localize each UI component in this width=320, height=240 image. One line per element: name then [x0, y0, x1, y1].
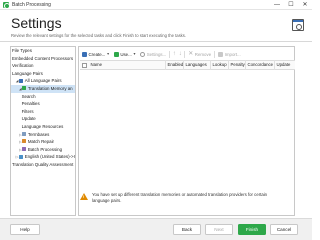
tree-item[interactable]: Translation Quality Assessment	[11, 161, 75, 169]
title-bar: Batch Processing — ☐ ✕	[0, 0, 312, 10]
column-update[interactable]: Update	[275, 60, 293, 70]
settings-label: Settings...	[146, 51, 167, 57]
help-button[interactable]: Help	[10, 224, 40, 235]
wizard-footer: Help Back Next Finish Cancel	[0, 218, 312, 240]
tree-item-label: Filters	[21, 108, 34, 114]
tree-item-label: Match Repair	[27, 139, 55, 145]
tree-item-label: Verification	[12, 63, 34, 69]
tree-item-label: Language Pairs	[12, 70, 43, 76]
move-down-icon[interactable]: ↓	[177, 51, 183, 57]
finish-button[interactable]: Finish	[238, 224, 266, 235]
window-title: Batch Processing	[12, 1, 51, 8]
select-all-checkbox[interactable]	[82, 62, 87, 68]
term-icon	[22, 131, 27, 136]
maximize-button[interactable]: ☐	[284, 0, 298, 10]
close-button[interactable]: ✕	[298, 0, 312, 10]
tree-item[interactable]: File Types	[11, 47, 75, 55]
tree-item-label: Penalties	[21, 101, 40, 107]
tree-item[interactable]: Verification	[11, 62, 75, 70]
tree-item[interactable]: ▷ Termbases	[11, 131, 75, 139]
app-icon	[3, 1, 10, 9]
import-icon	[218, 51, 224, 57]
remove-icon: ✕	[188, 50, 194, 57]
use-button[interactable]: Use... ▼	[112, 50, 138, 59]
tree-item[interactable]: ◢ Translation Memory an	[11, 84, 75, 93]
chevron-down-icon: ▼	[106, 52, 110, 56]
tree-item[interactable]: Search	[11, 93, 75, 101]
create-label: Create...	[88, 51, 106, 57]
toolbar-divider	[169, 50, 171, 58]
warning-icon	[80, 193, 88, 200]
match-icon	[22, 139, 27, 144]
window-controls: — ☐ ✕	[270, 0, 312, 10]
tree-item-label: English (United States)->Ita	[24, 154, 76, 160]
column-penalty[interactable]: Penalty	[229, 60, 246, 70]
settings-button[interactable]: Settings...	[138, 50, 168, 59]
tree-item[interactable]: ◢ All Language Pairs	[11, 77, 75, 85]
tree-item-label: File Types	[12, 48, 32, 53]
warning-message: You have set up different translation me…	[78, 192, 295, 212]
tree-item[interactable]: Language Pairs	[11, 70, 75, 78]
toolbar-divider	[214, 50, 216, 58]
next-button[interactable]: Next	[205, 224, 233, 235]
pair-icon	[19, 154, 24, 159]
chevron-down-icon: ▼	[132, 52, 137, 56]
tree-item[interactable]: Update	[11, 115, 75, 123]
settings-tree[interactable]: File Types Embedded Content Processors Ver…	[10, 46, 76, 216]
tree-item[interactable]: ▷ English (United States)->Ita	[11, 153, 75, 161]
header-divider	[0, 41, 312, 42]
back-button[interactable]: Back	[173, 224, 201, 235]
column-lookup[interactable]: Lookup	[211, 60, 229, 70]
column-concordance[interactable]: Concordance	[246, 60, 275, 70]
tree-item-label: Search	[21, 93, 36, 99]
tm-toolbar: Create... ▼ Use... ▼ Settings... ↑ ↓ ✕ R…	[80, 49, 243, 59]
tree-item-label: Termbases	[27, 131, 50, 137]
column-enabled[interactable]: Enabled	[166, 60, 184, 70]
page-subtitle: Review the relevant settings for the sel…	[11, 33, 187, 38]
column-languages[interactable]: Languages	[184, 60, 211, 70]
tree-item[interactable]: ▷ Batch Processing	[11, 146, 75, 154]
tree-item-label: Update	[21, 116, 36, 122]
remove-label: Remove	[194, 51, 212, 57]
wizard-header: Settings Review the relevant settings fo…	[0, 10, 312, 40]
use-icon	[113, 51, 119, 57]
toolbar-divider	[184, 50, 186, 58]
tm-settings-panel: Create... ▼ Use... ▼ Settings... ↑ ↓ ✕ R…	[78, 46, 295, 216]
tm-grid-header: Name Enabled Languages Lookup Penalty Co…	[80, 60, 295, 70]
import-button[interactable]: Import...	[216, 50, 243, 59]
tree-item-label: All Language Pairs	[24, 78, 62, 84]
batch-icon	[22, 147, 27, 152]
tree-item-label: Translation Memory an	[27, 85, 73, 91]
create-button[interactable]: Create... ▼	[80, 50, 112, 59]
lang-icon	[19, 78, 24, 83]
tree-item[interactable]: Language Resources	[11, 123, 75, 131]
tm-icon	[22, 86, 27, 91]
minimize-button[interactable]: —	[270, 0, 284, 10]
create-icon	[82, 51, 87, 57]
gear-icon	[140, 51, 146, 57]
tree-item-label: Translation Quality Assessment	[12, 161, 74, 167]
cancel-button[interactable]: Cancel	[270, 224, 298, 235]
tree-item[interactable]: Penalties	[11, 100, 75, 108]
tree-item-label: Batch Processing	[27, 146, 63, 152]
tree-item-label: Embedded Content Processors	[12, 55, 74, 61]
remove-button[interactable]: ✕ Remove	[186, 50, 213, 59]
tree-item[interactable]: Filters	[11, 108, 75, 116]
settings-window-icon	[292, 19, 304, 31]
use-label: Use...	[120, 51, 132, 57]
tree-item[interactable]: ▷ Match Repair	[11, 138, 75, 146]
tree-item-label: Language Resources	[21, 123, 64, 129]
import-label: Import...	[224, 51, 241, 57]
tree-item[interactable]: Embedded Content Processors	[11, 55, 75, 63]
column-name[interactable]: Name	[89, 60, 166, 70]
page-title: Settings	[11, 15, 62, 31]
warning-text: You have set up different translation me…	[92, 192, 268, 203]
